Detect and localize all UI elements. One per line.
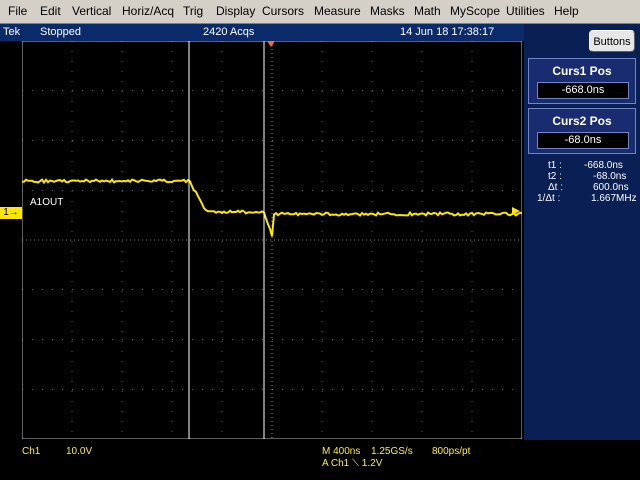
menu-myscope[interactable]: MyScope bbox=[450, 4, 500, 18]
sample-rate[interactable]: 1.25GS/s bbox=[371, 446, 413, 457]
cursor2-position-box[interactable]: Curs2 Pos -68.0ns bbox=[528, 108, 636, 154]
inverse-delta-t-label: 1/Δt : bbox=[537, 193, 560, 204]
brand-label: Tek bbox=[3, 26, 20, 38]
menu-math[interactable]: Math bbox=[414, 4, 441, 18]
date-time: 14 Jun 18 17:38:17 bbox=[400, 26, 494, 38]
cursor1-position-box[interactable]: Curs1 Pos -668.0ns bbox=[528, 58, 636, 104]
menu-cursors[interactable]: Cursors bbox=[262, 4, 304, 18]
inverse-delta-t-value: 1.667MHz bbox=[591, 193, 637, 204]
status-bar: Tek Stopped 2420 Acqs 14 Jun 18 17:38:17 bbox=[0, 24, 524, 41]
channel-scale[interactable]: 10.0V bbox=[66, 446, 92, 457]
menu-trig[interactable]: Trig bbox=[183, 4, 203, 18]
t1-label: t1 : bbox=[548, 160, 562, 171]
menu-vertical[interactable]: Vertical bbox=[72, 4, 111, 18]
ch1-marker-text: 1 bbox=[3, 207, 9, 218]
menu-file[interactable]: File bbox=[8, 4, 27, 18]
channel-name[interactable]: Ch1 bbox=[22, 446, 40, 457]
cursor2-value[interactable]: -68.0ns bbox=[537, 132, 629, 149]
menu-measure[interactable]: Measure bbox=[314, 4, 361, 18]
cursor1-value[interactable]: -668.0ns bbox=[537, 82, 629, 99]
cursor1-title: Curs1 Pos bbox=[529, 64, 635, 78]
waveform-display[interactable] bbox=[22, 41, 522, 439]
ch1-label: A1OUT bbox=[30, 197, 63, 208]
t2-label: t2 : bbox=[548, 171, 562, 182]
bottom-readout-bar: Ch1 10.0V M 400ns 1.25GS/s 800ps/pt A Ch… bbox=[0, 440, 640, 480]
menu-utilities[interactable]: Utilities bbox=[506, 4, 545, 18]
menu-bar: File Edit Vertical Horiz/Acq Trig Displa… bbox=[0, 0, 640, 24]
menu-help[interactable]: Help bbox=[554, 4, 579, 18]
menu-horiz-acq[interactable]: Horiz/Acq bbox=[122, 4, 174, 18]
cursor2-title: Curs2 Pos bbox=[529, 114, 635, 128]
record-resolution[interactable]: 800ps/pt bbox=[432, 446, 470, 457]
ch1-ground-marker[interactable]: 1→ bbox=[0, 207, 22, 219]
delta-t-label: Δt : bbox=[548, 182, 563, 193]
buttons-button[interactable]: Buttons bbox=[589, 30, 635, 52]
acquisition-count: 2420 Acqs bbox=[203, 26, 254, 38]
delta-t-value: 600.0ns bbox=[593, 182, 629, 193]
acquisition-state: Stopped bbox=[40, 26, 81, 38]
timebase[interactable]: M 400ns bbox=[322, 446, 360, 457]
t1-value: -668.0ns bbox=[584, 160, 623, 171]
t2-value: -68.0ns bbox=[593, 171, 626, 182]
menu-display[interactable]: Display bbox=[216, 4, 255, 18]
menu-edit[interactable]: Edit bbox=[40, 4, 61, 18]
trigger-summary[interactable]: A Ch1 ⟍ 1.2V bbox=[322, 458, 382, 469]
menu-masks[interactable]: Masks bbox=[370, 4, 405, 18]
trigger-position-icon bbox=[267, 41, 275, 47]
